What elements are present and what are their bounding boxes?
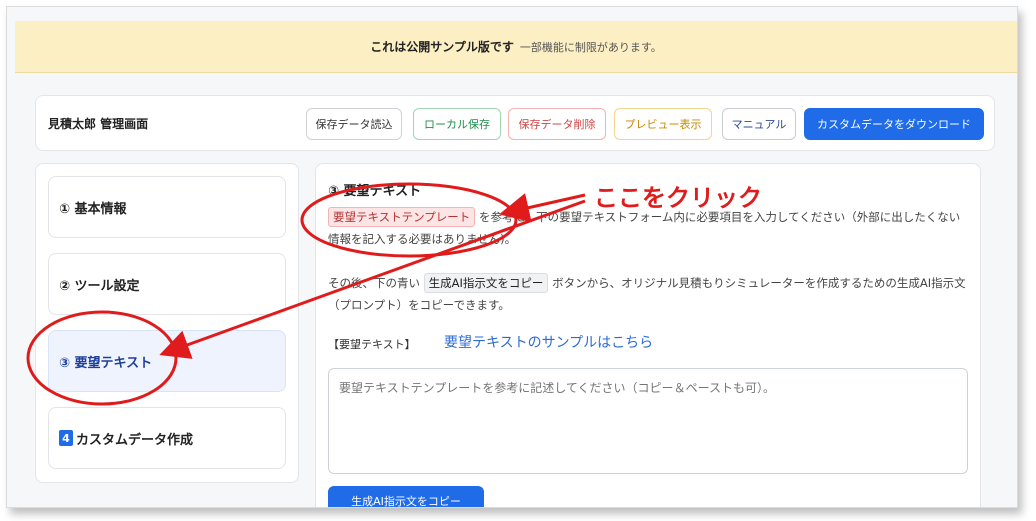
sidebar-item-label: ① 基本情報 — [59, 201, 127, 217]
banner-title: これは公開サンプル版です — [370, 40, 514, 54]
sidebar-item-tool-settings[interactable]: ② ツール設定 — [48, 253, 286, 315]
sidebar-item-request-text[interactable]: ③ 要望テキスト — [48, 330, 286, 392]
copy-ai-prompt-button[interactable]: 生成AI指示文をコピー — [328, 486, 484, 507]
sidebar-item-custom-data[interactable]: 4 カスタムデータ作成 — [48, 407, 286, 469]
admin-header: 見積太郎 管理画面 保存データ読込 ローカル保存 保存データ削除 プレビュー表示… — [35, 95, 995, 151]
request-template-chip[interactable]: 要望テキストテンプレート — [328, 207, 476, 227]
local-save-button[interactable]: ローカル保存 — [413, 108, 501, 140]
instruction-text-2a: その後、下の青い — [328, 276, 420, 290]
sidebar-item-label: ③ 要望テキスト — [59, 355, 153, 371]
instruction-paragraph-2: その後、下の青い 生成AI指示文をコピー ボタンから、オリジナル見積もりシミュレ… — [328, 272, 970, 316]
screenshot-frame: これは公開サンプル版です 一部機能に制限があります。 見積太郎 管理画面 保存デ… — [6, 6, 1018, 508]
sidebar: ① 基本情報 ② ツール設定 ③ 要望テキスト 4 カスタムデータ作成 — [35, 163, 299, 483]
sample-link[interactable]: 要望テキストのサンプルはこちら — [444, 332, 653, 352]
app-title: 見積太郎 管理画面 — [48, 117, 149, 131]
download-custom-data-button[interactable]: カスタムデータをダウンロード — [804, 108, 984, 140]
main-panel: ③ 要望テキスト 要望テキストテンプレート を参考に、下の要望テキストフォーム内… — [315, 163, 981, 507]
sidebar-item-label: ② ツール設定 — [59, 278, 140, 294]
number-four-badge-icon: 4 — [59, 430, 73, 446]
delete-saved-data-button[interactable]: 保存データ削除 — [508, 108, 606, 140]
request-text-label: 【要望テキスト】 — [328, 338, 416, 351]
copy-prompt-chip: 生成AI指示文をコピー — [423, 273, 549, 293]
sample-notice-banner: これは公開サンプル版です 一部機能に制限があります。 — [15, 21, 1017, 73]
load-saved-data-button[interactable]: 保存データ読込 — [306, 108, 402, 140]
sidebar-item-label: カスタムデータ作成 — [76, 432, 194, 448]
banner-subtext: 一部機能に制限があります。 — [519, 40, 662, 54]
sidebar-item-basic-info[interactable]: ① 基本情報 — [48, 176, 286, 238]
manual-button[interactable]: マニュアル — [722, 108, 796, 140]
request-text-input[interactable] — [328, 368, 968, 474]
click-here-annotation: ここをクリック — [594, 184, 762, 212]
preview-button[interactable]: プレビュー表示 — [614, 108, 712, 140]
section-title: ③ 要望テキスト — [328, 184, 422, 199]
